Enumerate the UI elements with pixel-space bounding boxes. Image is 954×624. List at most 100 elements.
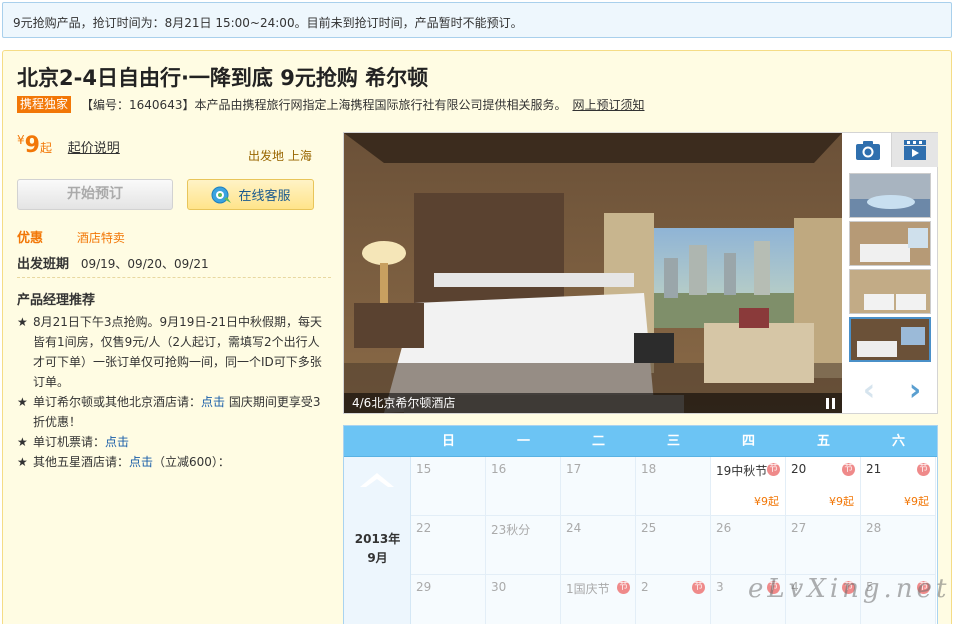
- thumbnail-image: [850, 270, 930, 313]
- calendar-month-side: 2013年 9月: [344, 457, 411, 624]
- calendar-day-number: 16: [491, 462, 507, 476]
- price-currency: ¥: [17, 133, 25, 147]
- booking-notice-link[interactable]: 网上预订须知: [572, 96, 644, 113]
- product-meta: 携程独家 【编号：1640643】本产品由携程旅行网指定上海携程国际旅行社有限公…: [17, 96, 644, 113]
- recommendation-text: 其他五星酒店请：: [33, 455, 130, 469]
- recommendation-item: ★ 其他五星酒店请：点击（立减600）：: [17, 452, 325, 472]
- recommendation-text: 8月21日下午3点抢购。9月19日-21日中秋假期，每天皆有1间房，仅售9元/人…: [33, 315, 323, 389]
- calendar-day-cell: 25: [636, 516, 711, 575]
- thumbnail[interactable]: [849, 173, 931, 218]
- online-service-label: 在线客服: [238, 189, 291, 204]
- recommendation-title: 产品经理推荐: [17, 293, 96, 308]
- camera-icon: [855, 141, 880, 160]
- calendar-month-label: 2013年 9月: [344, 530, 411, 568]
- calendar-day-number: 17: [566, 462, 582, 476]
- photo-caption-text: 4/6北京希尔顿酒店: [352, 396, 456, 410]
- prev-month-arrow-icon[interactable]: [358, 469, 396, 489]
- calendar-day-cell: 30: [486, 575, 561, 624]
- calendar-day-number: 15: [416, 462, 432, 476]
- calendar-day-cell: 18: [636, 457, 711, 516]
- photo-gallery: 4/6北京希尔顿酒店 ‹ ›: [343, 132, 938, 414]
- calendar-day-price: ¥9起: [754, 495, 779, 508]
- start-booking-button[interactable]: 开始预订: [17, 179, 173, 210]
- calendar-day-cell: 17: [561, 457, 636, 516]
- calendar-day-cell[interactable]: 21 节 ¥9起: [861, 457, 936, 516]
- hotel-room-photo[interactable]: 4/6北京希尔顿酒店: [344, 133, 842, 413]
- pause-icon[interactable]: [826, 398, 836, 409]
- recommendation-item: ★ 单订机票请：点击: [17, 432, 325, 452]
- holiday-badge-icon: 节: [767, 463, 780, 476]
- calendar-day-number: 29: [416, 580, 432, 594]
- calendar-day-number: 2: [641, 580, 649, 594]
- price-block: ¥9起 起价说明: [17, 133, 120, 158]
- weekday-mon: 一: [516, 434, 530, 449]
- calendar-day-cell: 22: [411, 516, 486, 575]
- promotion-row: 优惠 酒店特卖: [17, 227, 125, 246]
- product-title: 北京2-4日自由行·一降到底 9元抢购 希尔顿: [17, 66, 429, 90]
- calendar-day-cell: 26: [711, 516, 786, 575]
- calendar-day-number: 18: [641, 462, 657, 476]
- tab-photos[interactable]: [844, 133, 891, 167]
- online-service-button[interactable]: 在线客服: [187, 179, 314, 210]
- calendar-day-number: 26: [716, 521, 732, 535]
- thumbnail-image: [851, 319, 929, 360]
- holiday-badge-icon: 节: [842, 463, 855, 476]
- calendar-day-cell[interactable]: 20 节 ¥9起: [786, 457, 861, 516]
- hilton-hotel-link[interactable]: 点击: [201, 395, 225, 409]
- thumbnail[interactable]: [849, 269, 931, 314]
- calendar-day-number: 23秋分: [491, 523, 531, 537]
- recommendation-item: ★ 8月21日下午3点抢购。9月19日-21日中秋假期，每天皆有1间房，仅售9元…: [17, 312, 325, 392]
- recommendation-text: 单订希尔顿或其他北京酒店请：: [33, 395, 202, 409]
- weekday-sat: 六: [891, 434, 905, 449]
- thumb-next-arrow-icon[interactable]: ›: [895, 373, 935, 408]
- customer-service-icon: [211, 186, 232, 203]
- weekday-thu: 四: [741, 434, 755, 449]
- thumbnail-nav: ‹ ›: [849, 373, 935, 408]
- tab-videos[interactable]: [891, 133, 938, 167]
- holiday-badge-icon: 节: [692, 581, 705, 594]
- price-explain-link[interactable]: 起价说明: [68, 141, 120, 156]
- departure-dates-label: 出发班期: [17, 257, 70, 272]
- calendar-day-number: 24: [566, 521, 582, 535]
- calendar-day-cell[interactable]: 19中秋节节 ¥9起: [711, 457, 786, 516]
- departure-dates-row: 出发班期 09/19、09/20、09/21: [17, 253, 209, 272]
- weekday-wed: 三: [666, 434, 680, 449]
- star-icon: ★: [17, 315, 28, 329]
- calendar-year: 2013年: [354, 532, 401, 546]
- calendar-day-cell: 16: [486, 457, 561, 516]
- calendar-day-cell: 28: [861, 516, 936, 575]
- calendar-day-number: 19中秋节: [716, 464, 768, 478]
- promotion-label: 优惠: [17, 231, 44, 246]
- video-icon: [904, 140, 926, 160]
- hotel-room-image: [344, 133, 842, 413]
- price-unit: 起: [39, 141, 52, 155]
- star-icon: ★: [17, 395, 28, 409]
- purchase-notice-text: 9元抢购产品，抢订时间为：8月21日 15:00~24:00。目前未到抢订时间，…: [13, 16, 523, 30]
- watermark: eLvXing.net: [748, 574, 951, 604]
- five-star-hotel-link[interactable]: 点击: [129, 455, 153, 469]
- exclusive-badge: 携程独家: [17, 96, 72, 113]
- weekday-fri: 五: [816, 434, 830, 449]
- calendar-day-cell: 23秋分: [486, 516, 561, 575]
- thumb-prev-arrow-icon[interactable]: ‹: [849, 373, 889, 408]
- departure-city: 出发地 上海: [248, 149, 312, 163]
- holiday-badge-icon: 节: [917, 463, 930, 476]
- calendar-day-cell: 27: [786, 516, 861, 575]
- flight-link[interactable]: 点击: [105, 435, 129, 449]
- weekday-sun: 日: [441, 434, 455, 449]
- purchase-notice-bar: 9元抢购产品，抢订时间为：8月21日 15:00~24:00。目前未到抢订时间，…: [2, 2, 952, 38]
- thumbnail-strip: [849, 173, 933, 365]
- recommendation-item: ★ 单订希尔顿或其他北京酒店请：点击 国庆期间更享受3折优惠！: [17, 392, 325, 432]
- calendar-day-cell: 1国庆节节: [561, 575, 636, 624]
- price-amount: 9: [24, 133, 40, 158]
- promotion-value[interactable]: 酒店特卖: [77, 231, 125, 245]
- calendar-day-cell: 2节: [636, 575, 711, 624]
- recommendation-tail: （立减600）：: [153, 455, 230, 469]
- calendar-day-number: 27: [791, 521, 807, 535]
- calendar-day-number: 30: [491, 580, 507, 594]
- calendar-day-number: 22: [416, 521, 432, 535]
- thumbnail[interactable]: [849, 221, 931, 266]
- calendar-day-number: 3: [716, 580, 724, 594]
- thumbnail-active[interactable]: [849, 317, 931, 362]
- calendar-day-number: 21: [866, 462, 882, 476]
